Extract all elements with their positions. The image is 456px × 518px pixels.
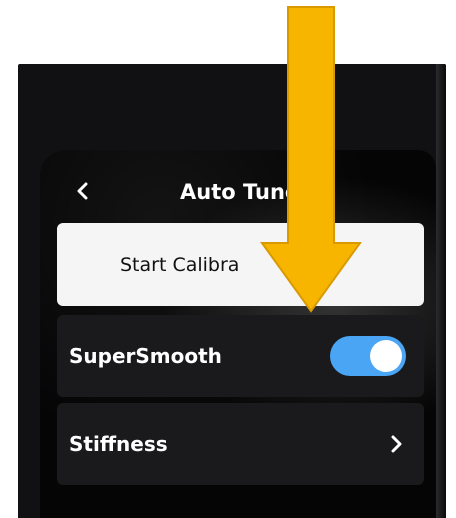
supersmooth-row[interactable]: SuperSmooth — [57, 315, 424, 397]
chevron-left-icon — [77, 182, 88, 200]
start-calibration-label: Start Calibra — [120, 253, 240, 276]
chevron-right-icon — [386, 434, 406, 454]
device-bezel — [436, 64, 446, 518]
down-arrow-icon — [260, 6, 362, 313]
toggle-knob — [370, 340, 402, 372]
supersmooth-label: SuperSmooth — [69, 344, 222, 368]
device-screen: Auto Tune Start Calibra SuperSmooth Stif… — [40, 150, 436, 518]
stiffness-row[interactable]: Stiffness — [57, 403, 424, 485]
start-calibration-button[interactable]: Start Calibra — [57, 223, 424, 306]
supersmooth-toggle[interactable] — [330, 336, 406, 376]
stiffness-label: Stiffness — [69, 432, 168, 456]
back-button[interactable] — [70, 178, 96, 204]
